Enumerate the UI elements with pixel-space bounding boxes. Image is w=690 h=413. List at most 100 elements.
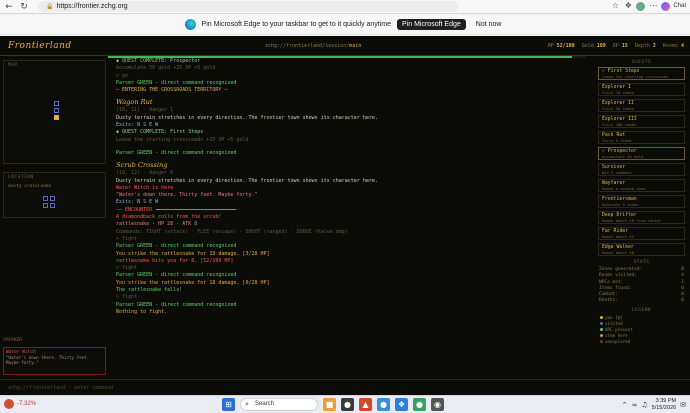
edge-icon[interactable]: ● xyxy=(377,398,390,411)
log-text: Accumulate 50 gold +25 XP +5 gold xyxy=(116,65,216,72)
player-stats: HP 52/100 Gold 100 XP 15 Depth 2 Rooms 4 xyxy=(548,43,684,49)
stat-value: 4 xyxy=(680,43,684,49)
map-panel: MAP xyxy=(3,60,106,164)
log-line: — ENTERING THE CROSSROADS TERRITORY — xyxy=(116,87,586,94)
speaker-panel: Water Witch "Water's down there. Thirty … xyxy=(3,347,106,375)
wifi-icon[interactable]: ≈ xyxy=(632,401,638,409)
app-icon[interactable]: ● xyxy=(341,398,354,411)
log-line: Accumulate 50 gold +25 XP +5 gold xyxy=(116,65,586,72)
stat-gold: Gold 100 xyxy=(582,43,606,49)
not-now-button[interactable]: Not now xyxy=(472,19,506,30)
log-line: ◆ QUEST COMPLETE: Prospector xyxy=(116,58,586,65)
right-panel: QUESTS ✓ First Steps Leave the starting c… xyxy=(596,60,687,378)
app-icon-2[interactable]: ● xyxy=(413,398,426,411)
log-text: You strike the rattlesnake for 18 damage… xyxy=(116,279,270,286)
command-bar[interactable]: zchg://frontierland · enter command xyxy=(0,379,690,395)
quest-item[interactable]: ✓ First Steps Leave the starting crossroa… xyxy=(598,67,685,80)
vscode-icon[interactable]: ❖ xyxy=(395,398,408,411)
minimap-cell xyxy=(43,203,48,208)
extensions-icon[interactable]: ❖ xyxy=(623,1,633,11)
weather-widget[interactable]: -7.32% xyxy=(4,399,36,409)
chat-label[interactable]: Chat xyxy=(673,3,686,9)
clock-date: 5/15/2026 xyxy=(651,404,677,411)
quest-desc: Reach depth 25 xyxy=(602,234,635,239)
pin-edge-button[interactable]: Pin Microsoft Edge xyxy=(397,19,466,30)
quest-item[interactable]: ✓ Prospector Accumulate 50 gold xyxy=(598,147,685,160)
stat-value: 15 xyxy=(621,43,628,49)
log-line: Exits: N S E W xyxy=(116,122,586,129)
clock[interactable]: 3:39 PM 5/15/2026 xyxy=(652,398,676,411)
start-icon[interactable]: ⊞ xyxy=(222,398,235,411)
log-text: (10, 12) · danger 0 xyxy=(116,170,174,177)
minimap-cell xyxy=(43,196,48,201)
map-cell-current xyxy=(54,115,59,120)
quest-item[interactable]: Explorer I Visit 10 rooms xyxy=(598,83,685,96)
taskbar-search[interactable]: Search xyxy=(240,398,318,411)
back-icon[interactable]: ← xyxy=(3,1,15,13)
clock-time: 3:39 PM xyxy=(655,398,677,404)
legend-item: unexplored xyxy=(596,339,687,345)
quest-item[interactable]: Explorer III Visit 100 rooms xyxy=(598,115,685,128)
quest-item[interactable]: Edge Walker Reach depth 50 xyxy=(598,243,685,256)
stat-value: 100 xyxy=(596,43,606,49)
session-path: zchg://frontierland/session/main xyxy=(265,43,361,49)
profile-avatar[interactable] xyxy=(636,1,646,11)
stat-hp: HP 52/100 xyxy=(548,43,575,49)
reload-icon[interactable]: ↻ xyxy=(18,1,30,13)
app-icon-3[interactable]: ◉ xyxy=(431,398,444,411)
more-menu-icon[interactable]: ⋯ xyxy=(648,1,658,11)
quest-item[interactable]: Explorer II Visit 50 rooms xyxy=(598,99,685,112)
quest-item[interactable]: Far Rider Reach depth 25 xyxy=(598,227,685,240)
legend-label: unexplored xyxy=(605,338,631,344)
stat-label: Rooms xyxy=(662,43,681,49)
scene-title: Scrub Crossing xyxy=(116,160,586,170)
log-text: Commands: FIGHT (attack) · FLEE (escape)… xyxy=(116,228,348,235)
log-text: Parser GREEN - direct command recognized xyxy=(116,301,237,308)
file-explorer-icon[interactable]: ■ xyxy=(323,398,336,411)
session-path-prefix: zchg://frontierland/session/ xyxy=(265,43,350,49)
speaker-text: "Water's down there. Thirty feet. Maybe … xyxy=(6,355,90,365)
stat-row-label: Deaths: xyxy=(599,298,618,304)
stat-label: XP xyxy=(612,43,622,49)
star-icon[interactable]: ☆ xyxy=(610,1,620,11)
address-bar[interactable]: 🔒 https://frontier.zchg.org xyxy=(38,1,458,12)
stat-rooms: Rooms 4 xyxy=(663,43,684,49)
log-line: "Water's down there. Thirty feet. Maybe … xyxy=(116,192,586,199)
log-text: Parser GREEN - direct command recognized xyxy=(116,243,237,250)
log-text: Exits: N S E W xyxy=(116,199,159,206)
log-text: > go xyxy=(116,72,129,79)
notification-icon[interactable]: ✉ xyxy=(680,401,686,409)
stat-label: HP xyxy=(547,43,557,49)
chevron-up-icon[interactable]: ⌃ xyxy=(622,401,628,409)
quest-desc: Carry 5 items xyxy=(602,138,632,143)
log-text: Parser GREEN - direct command recognized xyxy=(116,272,237,279)
speaker-icon[interactable]: ♫ xyxy=(641,401,647,409)
log-line: Parser GREEN - direct command recognized xyxy=(116,302,586,309)
log-line: > fight xyxy=(116,294,586,301)
command-prompt[interactable]: zchg://frontierland · enter command xyxy=(8,385,113,391)
map-cell xyxy=(54,101,59,106)
screen: ← ↻ 🔒 https://frontier.zchg.org ☆ ❖ ⋯ Cha… xyxy=(0,0,690,413)
quest-desc: Reach depth 50 xyxy=(602,250,635,255)
legend-label: item here xyxy=(605,332,628,338)
copilot-icon[interactable] xyxy=(661,1,671,11)
speaker-title: SPEAKER xyxy=(3,338,22,343)
url-text: https://frontier.zchg.org xyxy=(56,3,128,10)
log-text: Dusty terrain stretches in every directi… xyxy=(116,114,378,121)
stat-row: Deaths: 0 xyxy=(596,298,687,304)
log-line: > fight xyxy=(116,265,586,272)
quest-item[interactable]: Survivor Win 5 combats xyxy=(598,163,685,176)
quest-item[interactable]: Pack Rat Carry 5 items xyxy=(598,131,685,144)
log-line: ◆ QUEST COMPLETE: First Steps xyxy=(116,129,586,136)
lock-icon: 🔒 xyxy=(46,4,54,10)
quest-item[interactable]: Wayfarer Reach a second zone xyxy=(598,179,685,192)
legend-dot-icon xyxy=(600,322,603,326)
stat-row-value: 0 xyxy=(681,298,684,304)
brave-icon[interactable]: ▲ xyxy=(359,398,372,411)
log-line: Parser GREEN - direct command recognized xyxy=(116,80,586,87)
log-line: rattlesnake - HP 28 - ATK 8 xyxy=(116,221,586,228)
quest-item[interactable]: Frontiersman Generate 5 zones xyxy=(598,195,685,208)
quest-item[interactable]: Deep Drifter Reach depth 10 from center xyxy=(598,211,685,224)
game-log[interactable]: ◆ QUEST COMPLETE: Prospector Accumulate 5… xyxy=(112,58,586,376)
log-text: You strike the rattlesnake for 19 damage… xyxy=(116,250,270,257)
